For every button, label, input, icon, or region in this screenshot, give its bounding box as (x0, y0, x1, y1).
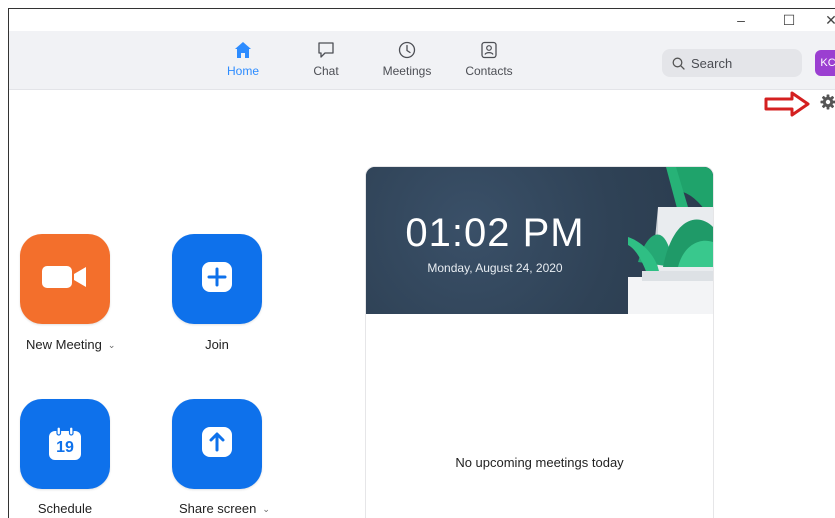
chevron-down-icon[interactable]: ⌄ (108, 340, 116, 350)
clock-icon (398, 39, 416, 61)
clock-banner: 01:02 PM Monday, August 24, 2020 (366, 167, 713, 314)
contacts-icon (480, 39, 498, 61)
home-icon (234, 39, 252, 61)
no-meetings-text: No upcoming meetings today (455, 455, 624, 470)
share-screen-label: Share screen ⌄ (179, 501, 270, 516)
new-meeting-label: New Meeting ⌄ (26, 337, 116, 352)
annotation-arrow-icon (764, 91, 812, 122)
schedule-button[interactable]: 19 (20, 399, 110, 489)
chat-icon (317, 39, 335, 61)
current-time: 01:02 PM (405, 211, 585, 255)
tab-chat-label: Chat (313, 64, 339, 78)
search-input[interactable]: Search (662, 49, 802, 77)
gear-icon[interactable] (820, 94, 835, 115)
zoom-window: – ☐ ✕ Home Chat Meetings Contacts (8, 8, 835, 518)
calendar-day-number: 19 (56, 439, 74, 456)
current-date: Monday, August 24, 2020 (427, 261, 563, 275)
schedule-label: Schedule (37, 501, 93, 516)
tab-home-label: Home (226, 64, 259, 78)
chevron-down-icon[interactable]: ⌄ (262, 504, 270, 514)
calendar-icon: 19 (47, 426, 83, 462)
tab-home[interactable]: Home (208, 39, 278, 78)
join-button[interactable] (172, 234, 262, 324)
tab-contacts[interactable]: Contacts (454, 39, 524, 78)
tab-chat[interactable]: Chat (291, 39, 361, 78)
top-navigation-bar: Home Chat Meetings Contacts Search KC (9, 31, 835, 90)
tab-meetings[interactable]: Meetings (372, 39, 442, 78)
upcoming-meetings-panel: 01:02 PM Monday, August 24, 2020 No upco… (365, 166, 714, 518)
plus-icon (200, 260, 234, 299)
avatar[interactable]: KC (815, 50, 835, 76)
minimize-button[interactable]: – (729, 9, 753, 31)
share-screen-button[interactable] (172, 399, 262, 489)
tab-contacts-label: Contacts (465, 64, 513, 78)
maximize-button[interactable]: ☐ (777, 9, 801, 31)
search-icon (672, 57, 685, 70)
join-label: Join (205, 337, 229, 352)
video-camera-icon (42, 263, 88, 296)
plant-illustration-icon (628, 167, 713, 314)
close-button[interactable]: ✕ (821, 9, 835, 31)
new-meeting-button[interactable] (20, 234, 110, 324)
search-placeholder: Search (691, 55, 733, 71)
tab-meetings-label: Meetings (382, 64, 432, 78)
share-arrow-icon (200, 425, 234, 464)
